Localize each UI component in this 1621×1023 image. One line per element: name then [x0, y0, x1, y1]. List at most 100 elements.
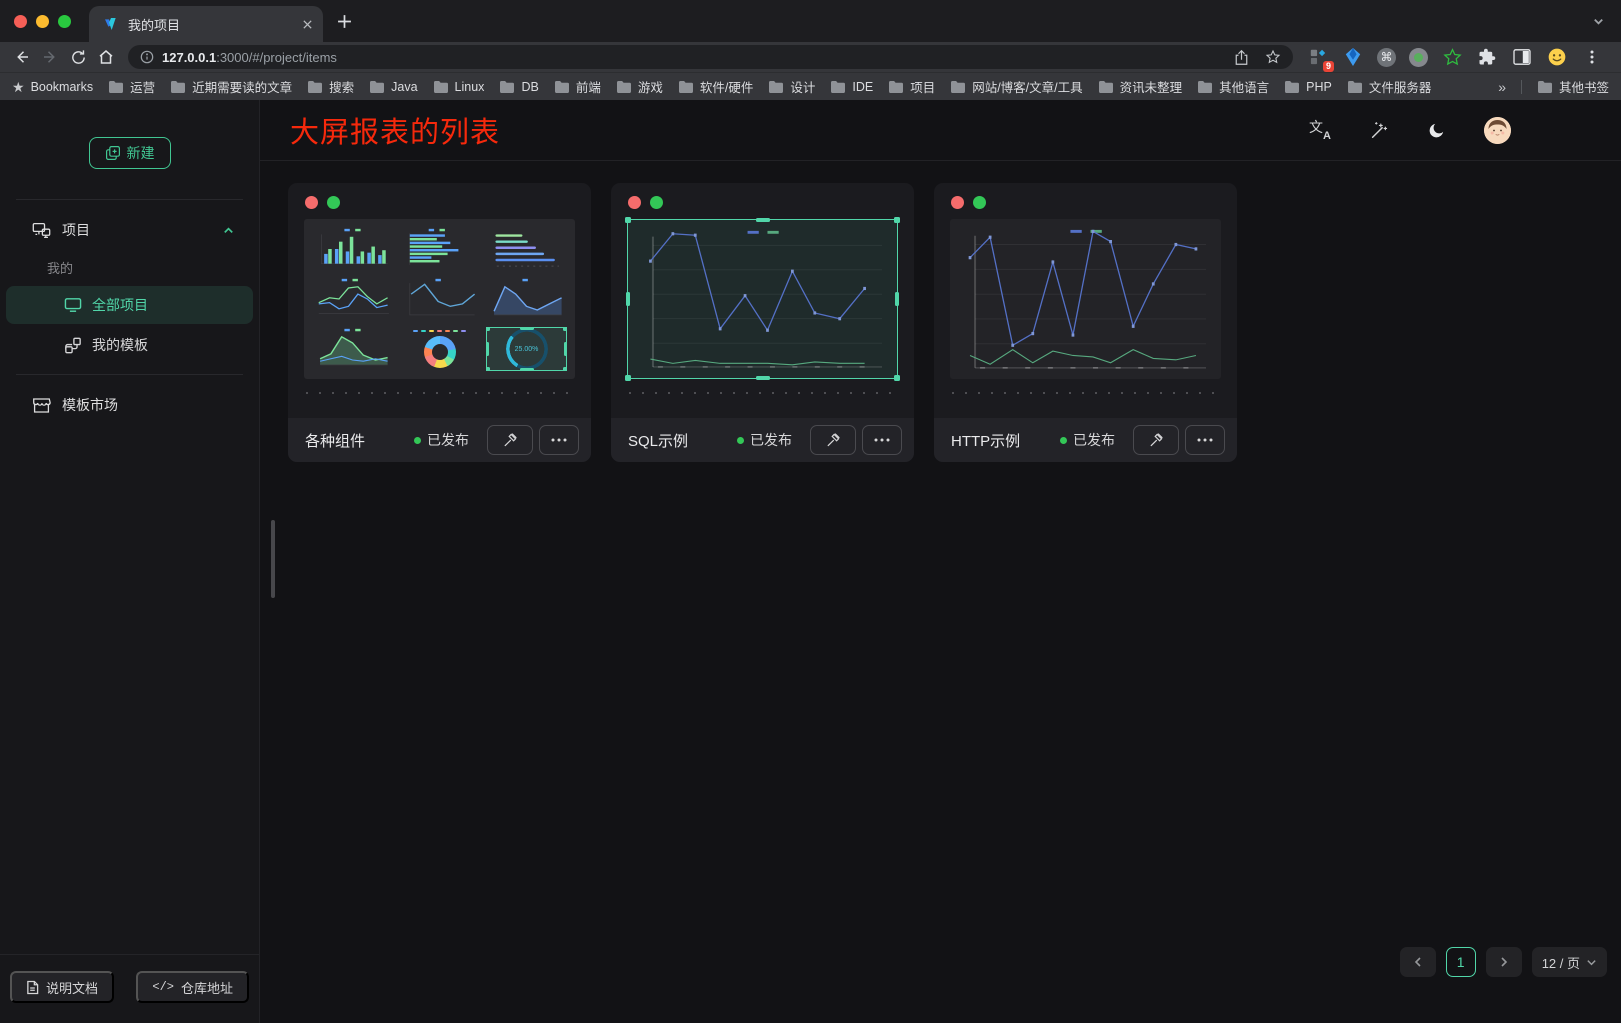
- back-icon[interactable]: [8, 44, 36, 70]
- site-info-icon[interactable]: [140, 50, 154, 64]
- close-window-button[interactable]: [14, 15, 27, 28]
- docs-button[interactable]: 说明文档: [10, 971, 114, 1003]
- storefront-icon: [32, 397, 51, 414]
- bookmark-folder[interactable]: 搜索: [307, 77, 354, 96]
- bookmark-folder[interactable]: IDE: [830, 77, 873, 96]
- goview-app: 新建 项目 我的 全部项目 我的模板 模板市场: [0, 100, 1621, 1023]
- sidebar-item-template-market[interactable]: 模板市场: [0, 385, 259, 425]
- bookmark-star-icon[interactable]: [1265, 49, 1281, 65]
- bookmark-folder[interactable]: 软件/硬件: [678, 77, 753, 96]
- edit-hammer-button[interactable]: [1133, 425, 1179, 455]
- zoom-window-button[interactable]: [58, 15, 71, 28]
- scrollbar-thumb[interactable]: [271, 520, 275, 598]
- bookmark-folder[interactable]: 设计: [768, 77, 815, 96]
- selection-handle[interactable]: [564, 342, 567, 356]
- more-options-button[interactable]: [1185, 425, 1225, 455]
- selection-handle[interactable]: [563, 367, 567, 371]
- selection-handle[interactable]: [520, 327, 534, 330]
- bookmark-folder[interactable]: 网站/博客/文章/工具: [950, 77, 1082, 96]
- card-preview-chart: [950, 219, 1221, 379]
- bookmark-folder[interactable]: 项目: [888, 77, 935, 96]
- project-card[interactable]: 25.00% 各种组件 已发布: [288, 183, 591, 462]
- tab-search-chevron-icon[interactable]: [1592, 15, 1605, 28]
- extension-kite-icon[interactable]: [1342, 46, 1364, 68]
- magic-wand-icon[interactable]: [1369, 120, 1389, 140]
- selection-handle[interactable]: [520, 368, 534, 371]
- edit-hammer-button[interactable]: [487, 425, 533, 455]
- page-size-select[interactable]: 12 / 页: [1532, 947, 1607, 977]
- browser-tab[interactable]: 我的项目: [89, 6, 323, 42]
- sidebar-group-project[interactable]: 项目: [0, 210, 259, 250]
- extension-command-icon[interactable]: ⌘: [1377, 48, 1396, 67]
- reader-mode-icon[interactable]: [1511, 46, 1533, 68]
- bookmark-folder[interactable]: DB: [499, 77, 538, 96]
- bookmarks-manager[interactable]: ★ Bookmarks: [12, 80, 93, 94]
- sidebar: 新建 项目 我的 全部项目 我的模板 模板市场: [0, 100, 260, 1023]
- minimize-window-button[interactable]: [36, 15, 49, 28]
- selection-handle[interactable]: [486, 367, 490, 371]
- selection-handle[interactable]: [894, 375, 900, 381]
- edit-hammer-button[interactable]: [810, 425, 856, 455]
- more-options-button[interactable]: [862, 425, 902, 455]
- selection-handle[interactable]: [756, 218, 770, 222]
- folder-icon: [830, 80, 846, 93]
- user-avatar[interactable]: [1484, 117, 1511, 144]
- bookmark-folder[interactable]: 前端: [554, 77, 601, 96]
- repo-button[interactable]: </> 仓库地址: [136, 971, 249, 1003]
- bookmark-folder[interactable]: 文件服务器: [1347, 77, 1432, 96]
- selection-handle[interactable]: [486, 342, 489, 356]
- bookmark-folder[interactable]: 其他语言: [1197, 77, 1269, 96]
- new-tab-button[interactable]: [337, 14, 352, 29]
- bookmarks-overflow-chevron[interactable]: »: [1498, 79, 1506, 95]
- reload-icon[interactable]: [64, 44, 92, 70]
- sidebar-item-my-templates[interactable]: 我的模板: [6, 326, 253, 364]
- extension-stylus-icon[interactable]: 9: [1307, 46, 1329, 68]
- new-project-label: 新建: [127, 143, 155, 163]
- bookmark-folder[interactable]: Linux: [433, 77, 485, 96]
- new-project-button[interactable]: 新建: [89, 137, 171, 169]
- bookmark-folder[interactable]: PHP: [1284, 77, 1332, 96]
- language-icon[interactable]: 文 A: [1309, 120, 1331, 140]
- extensions-area: 9 ⌘: [1301, 46, 1613, 68]
- selection-handle[interactable]: [625, 217, 631, 223]
- dark-mode-moon-icon[interactable]: [1427, 121, 1446, 140]
- other-bookmarks[interactable]: 其他书签: [1537, 77, 1609, 96]
- bookmark-folder-label: 其他语言: [1219, 77, 1269, 96]
- bookmark-folder[interactable]: 游戏: [616, 77, 663, 96]
- next-page-button[interactable]: [1486, 947, 1522, 977]
- emoji-extension-icon[interactable]: [1546, 46, 1568, 68]
- selection-handle[interactable]: [625, 375, 631, 381]
- sidebar-item-all-projects[interactable]: 全部项目: [6, 286, 253, 324]
- card-status: 已发布: [1060, 430, 1115, 450]
- bookmark-folder[interactable]: 近期需要读的文章: [170, 77, 292, 96]
- chevron-up-icon[interactable]: [222, 224, 235, 237]
- project-card[interactable]: HTTP示例 已发布: [934, 183, 1237, 462]
- tab-close-icon[interactable]: [302, 19, 313, 30]
- bookmark-folder-label: 运营: [130, 77, 155, 96]
- selection-handle[interactable]: [563, 327, 567, 331]
- extension-green-star-icon[interactable]: [1441, 46, 1463, 68]
- mini-donut-chart: [399, 327, 480, 371]
- extensions-puzzle-icon[interactable]: [1476, 46, 1498, 68]
- bookmark-folder[interactable]: 资讯未整理: [1098, 77, 1183, 96]
- selection-handle[interactable]: [895, 292, 899, 306]
- extension-recorder-icon[interactable]: [1409, 48, 1428, 67]
- selection-handle[interactable]: [626, 292, 630, 306]
- selection-handle[interactable]: [756, 376, 770, 380]
- selection-handle[interactable]: [486, 327, 490, 331]
- bookmark-folder[interactable]: Java: [369, 77, 417, 96]
- lang-glyph-primary: 文: [1309, 117, 1323, 137]
- more-options-button[interactable]: [539, 425, 579, 455]
- page-number-button[interactable]: 1: [1446, 947, 1476, 977]
- browser-menu-icon[interactable]: [1581, 46, 1603, 68]
- home-icon[interactable]: [92, 44, 120, 70]
- selection-handle[interactable]: [894, 217, 900, 223]
- address-bar[interactable]: 127.0.0.1:3000/#/project/items: [128, 45, 1293, 69]
- previous-page-button[interactable]: [1400, 947, 1436, 977]
- share-icon[interactable]: [1234, 49, 1249, 66]
- chevron-down-icon: [1586, 957, 1597, 968]
- project-card[interactable]: SQL示例 已发布: [611, 183, 914, 462]
- sidebar-group-project-label: 项目: [62, 220, 90, 240]
- forward-icon[interactable]: [36, 44, 64, 70]
- bookmark-folder[interactable]: 运营: [108, 77, 155, 96]
